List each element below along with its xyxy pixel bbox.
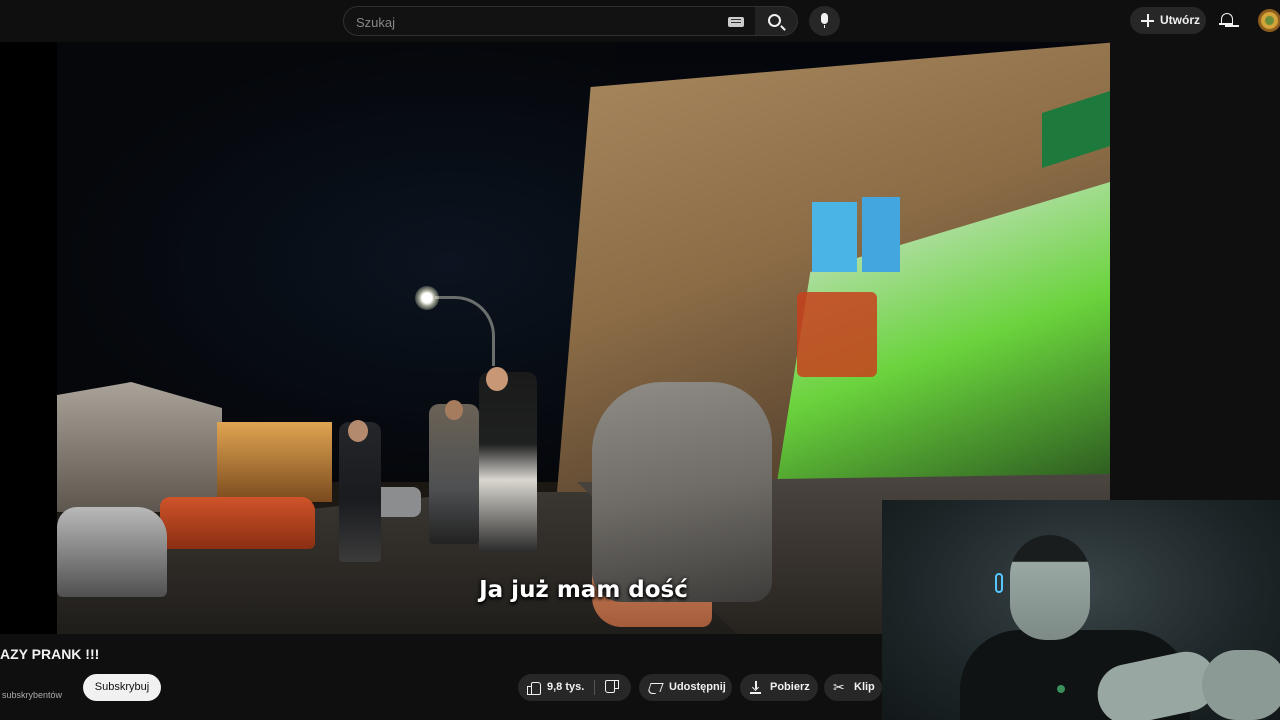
streamer-hand [1202,650,1280,720]
shirt-logo [1057,685,1065,693]
search-box[interactable] [343,6,756,36]
create-button[interactable]: Utwórz [1130,7,1206,34]
share-button[interactable]: Udostępnij [639,674,732,701]
voice-search-button[interactable] [809,6,840,36]
streamer-head [1010,535,1090,640]
create-label: Utwórz [1160,13,1200,27]
plus-icon [1141,14,1154,27]
clip-button[interactable]: ✂ Klip [824,674,882,701]
like-dislike-group: 9,8 tys. [518,674,631,701]
house [217,422,332,502]
search-input[interactable] [356,12,716,32]
video-info: AZY PRANK !!! subskrybentów Subskrybuj 9… [0,634,882,720]
mic-icon [821,13,828,28]
search-icon [768,14,781,27]
person [339,422,381,562]
clip-label: Klip [854,681,875,693]
scissors-icon: ✂ [833,680,845,696]
like-button[interactable]: 9,8 tys. [518,674,594,701]
bell-icon[interactable] [1219,12,1233,27]
download-button[interactable]: Pobierz [740,674,818,701]
thumb-down-icon [607,682,619,693]
dislike-button[interactable] [595,674,631,701]
top-bar: Utwórz [0,0,1280,42]
subscriber-count: subskrybentów [2,690,63,700]
house [57,382,222,512]
download-label: Pobierz [770,681,810,693]
menu-screen [812,202,857,272]
subscribe-button[interactable]: Subskrybuj [83,674,161,701]
person-head [445,400,463,420]
street-lamp [415,286,439,310]
burger-poster [797,292,877,377]
person-head [348,420,368,442]
webcam-overlay [882,500,1280,720]
avatar[interactable] [1258,9,1280,32]
share-icon [647,683,664,692]
keyboard-icon[interactable] [728,17,744,27]
search-button[interactable] [755,6,798,36]
like-count: 9,8 tys. [547,681,585,693]
video-title: AZY PRANK !!! [0,646,100,662]
headset-light [995,573,1003,593]
menu-screen [862,197,900,272]
person [429,404,479,544]
share-label: Udostępnij [669,681,726,693]
person-head [486,367,508,391]
person [479,372,537,552]
thumb-up-icon [527,682,541,695]
hooded-person [592,382,772,602]
car [160,497,315,549]
